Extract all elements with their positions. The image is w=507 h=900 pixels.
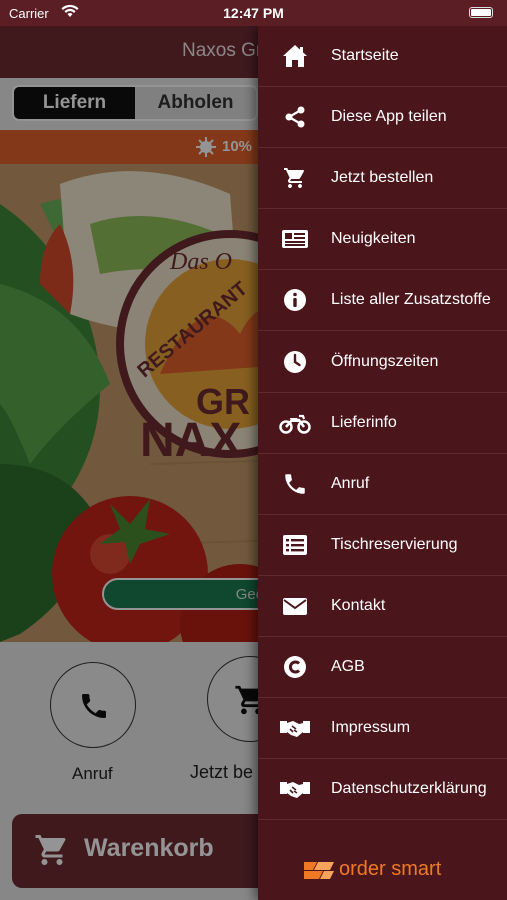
menu-item-label: Tischreservierung <box>331 535 458 553</box>
menu-item-label: Diese App teilen <box>331 108 447 126</box>
menu-item-share[interactable]: Diese App teilen <box>258 87 507 149</box>
navigation-drawer: Startseite Diese App teilen Jetzt bestel… <box>258 26 507 900</box>
info-icon <box>258 288 331 312</box>
menu-item-label: Öffnungszeiten <box>331 352 439 370</box>
menu-item-additives[interactable]: Liste aller Zusatzstoffe <box>258 270 507 332</box>
clock: 12:47 PM <box>223 5 284 21</box>
menu-item-privacy[interactable]: Datenschutzerklärung <box>258 759 507 821</box>
share-icon <box>258 105 331 129</box>
order-smart-logo: order smart <box>303 858 441 881</box>
menu-item-call[interactable]: Anruf <box>258 454 507 515</box>
status-bar: Carrier 12:47 PM <box>0 0 507 26</box>
menu-item-terms[interactable]: AGB <box>258 637 507 699</box>
menu-item-label: Anruf <box>331 474 370 492</box>
home-icon <box>258 44 331 68</box>
brand-icon <box>304 861 334 879</box>
menu-item-table-reservation[interactable]: Tischreservierung <box>258 515 507 576</box>
menu-item-label: Datenschutzerklärung <box>331 780 487 798</box>
menu-item-contact[interactable]: Kontakt <box>258 576 507 637</box>
menu-item-label: Kontakt <box>331 596 386 614</box>
menu-item-imprint[interactable]: Impressum <box>258 698 507 760</box>
newspaper-icon <box>258 228 331 250</box>
menu-item-label: AGB <box>331 657 365 675</box>
drawer-menu: Startseite Diese App teilen Jetzt bestel… <box>258 26 507 821</box>
list-icon <box>258 534 331 556</box>
handshake-icon <box>258 717 331 739</box>
menu-item-label: Jetzt bestellen <box>331 169 434 187</box>
clock-icon <box>258 350 331 374</box>
menu-item-opening-hours[interactable]: Öffnungszeiten <box>258 331 507 393</box>
menu-item-label: Liste aller Zusatzstoffe <box>331 291 491 309</box>
cart-icon <box>258 166 331 190</box>
menu-item-delivery-info[interactable]: Lieferinfo <box>258 393 507 454</box>
battery-icon <box>469 7 493 18</box>
menu-item-label: Impressum <box>331 719 411 737</box>
phone-icon <box>258 471 331 497</box>
motorcycle-icon <box>258 412 331 434</box>
menu-item-label: Startseite <box>331 47 399 65</box>
menu-item-news[interactable]: Neuigkeiten <box>258 209 507 271</box>
menu-item-order-now[interactable]: Jetzt bestellen <box>258 148 507 210</box>
menu-item-label: Lieferinfo <box>331 413 397 431</box>
brand-text: order smart <box>339 858 442 880</box>
envelope-icon <box>258 596 331 616</box>
handshake-icon <box>258 778 331 800</box>
menu-item-label: Neuigkeiten <box>331 230 416 248</box>
menu-item-startseite[interactable]: Startseite <box>258 26 507 88</box>
copyright-icon <box>258 655 331 679</box>
